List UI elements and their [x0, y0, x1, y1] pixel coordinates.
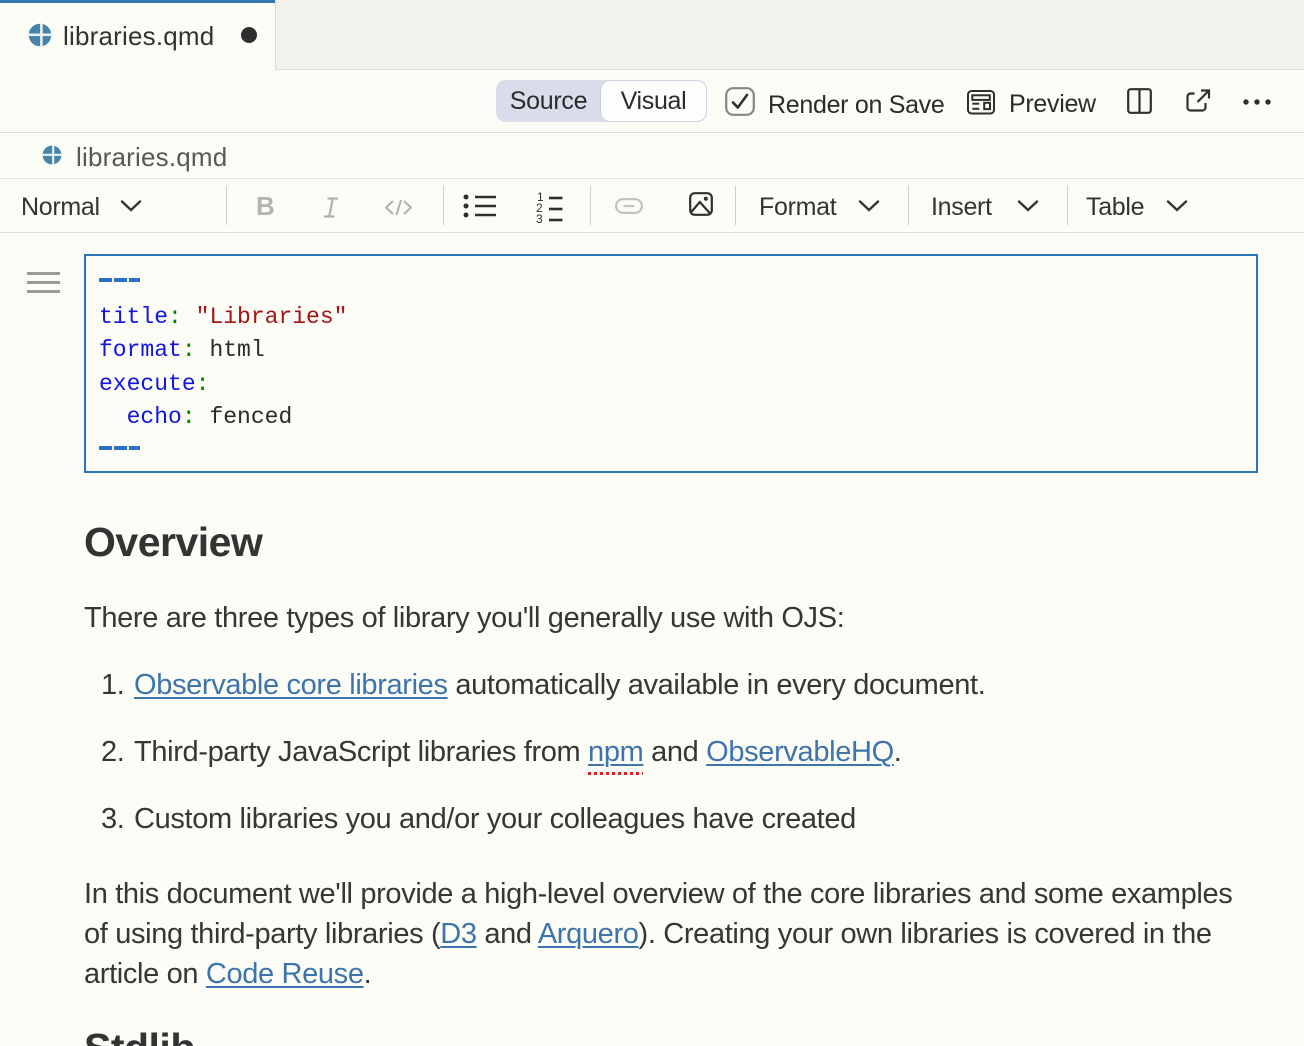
- svg-text:3: 3: [536, 212, 543, 224]
